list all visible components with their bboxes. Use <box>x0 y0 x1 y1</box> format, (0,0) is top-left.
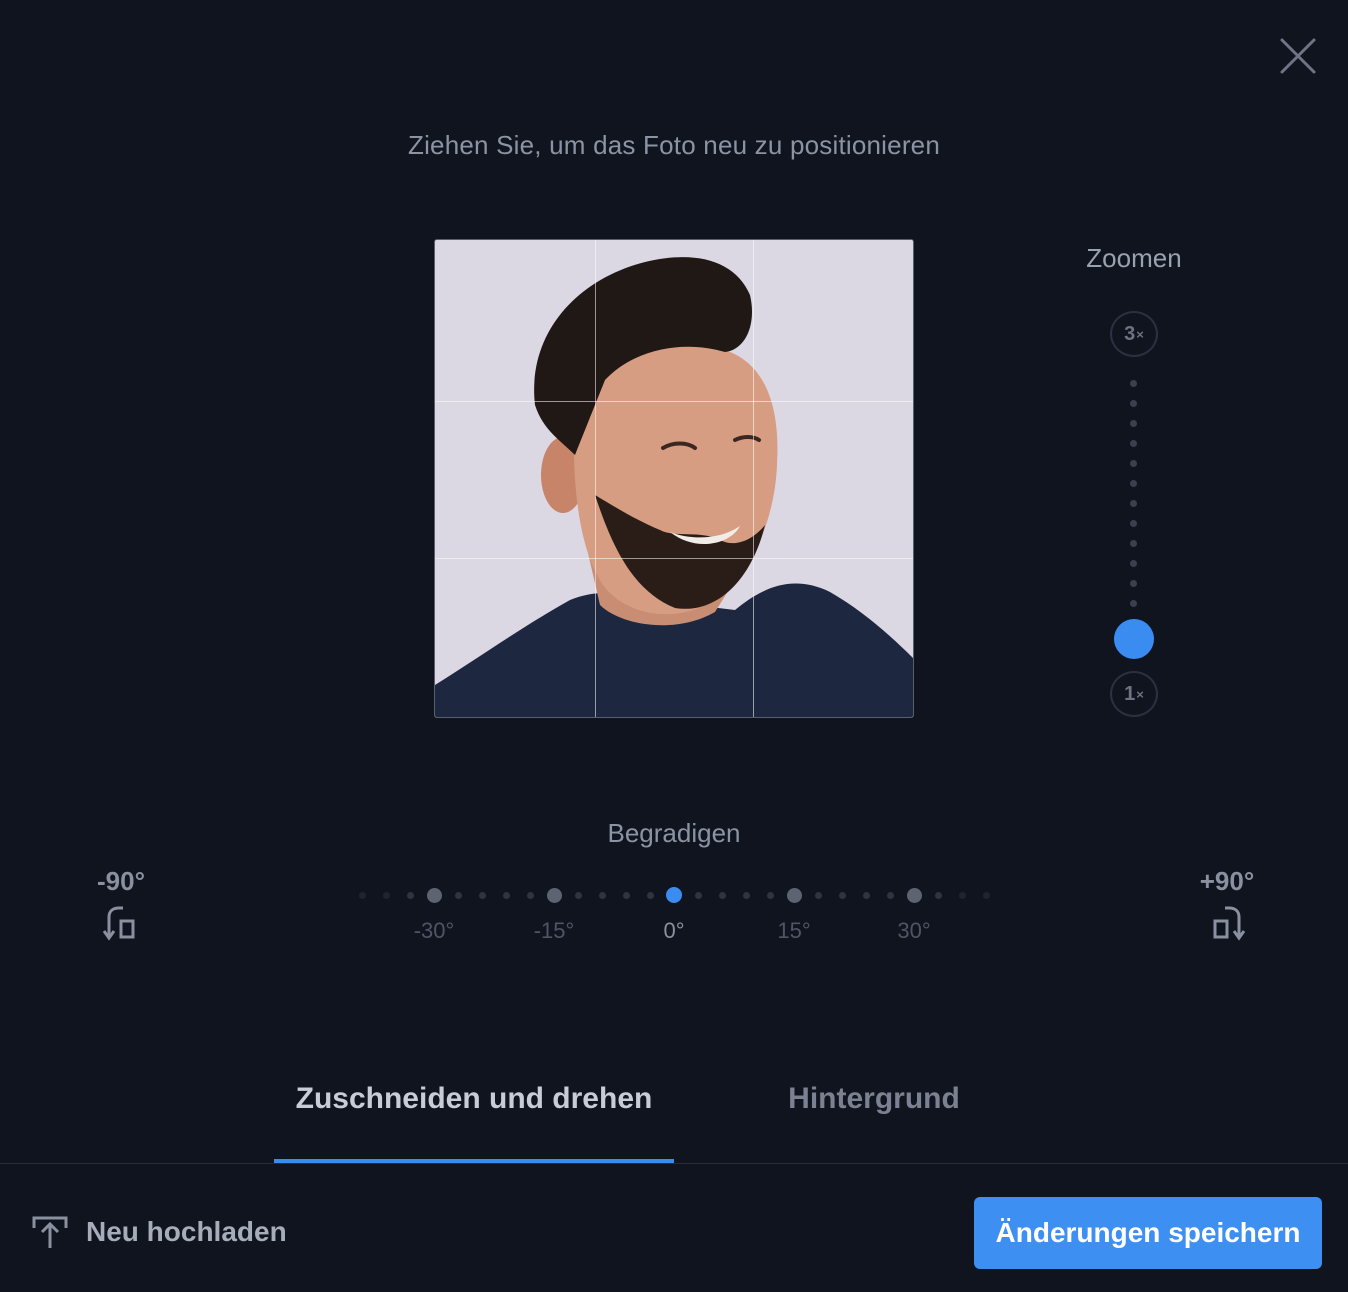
rotate-right-label: +90° <box>1199 866 1255 896</box>
zoom-track-dot <box>1130 460 1137 467</box>
ruler-tick <box>982 891 990 899</box>
close-button[interactable] <box>1276 34 1320 78</box>
reupload-button[interactable]: Neu hochladen <box>30 1208 287 1256</box>
ruler-tick <box>426 887 442 903</box>
zoom-track-dot <box>1130 400 1137 407</box>
ruler-current-marker <box>666 887 682 903</box>
ruler-tick <box>742 891 750 899</box>
crop-grid-line <box>753 240 754 717</box>
ruler-tick <box>358 891 366 899</box>
crop-grid-line <box>435 401 913 402</box>
ruler-tick <box>502 891 510 899</box>
upload-icon <box>32 1216 68 1248</box>
editor-tabs: Zuschneiden und drehen Hintergrund <box>0 1064 1348 1164</box>
zoom-track-dot <box>1130 520 1137 527</box>
zoom-track-dot <box>1130 480 1137 487</box>
ruler-tick <box>786 887 802 903</box>
zoom-max-value: 3 <box>1124 322 1136 345</box>
instruction-text: Ziehen Sie, um das Foto neu zu positioni… <box>408 130 940 160</box>
photo-crop-area[interactable] <box>434 239 914 718</box>
ruler-tick <box>454 891 462 899</box>
rotate-left-button[interactable]: -90° <box>76 866 166 943</box>
ruler-tick <box>382 891 390 899</box>
zoom-unit: × <box>1136 686 1144 702</box>
ruler-tick <box>478 891 486 899</box>
ruler-tick <box>694 891 702 899</box>
zoom-unit: × <box>1136 326 1144 342</box>
ruler-tick <box>546 887 562 903</box>
zoom-slider-handle[interactable] <box>1114 619 1154 659</box>
rotate-right-button[interactable]: +90° <box>1182 866 1272 943</box>
ruler-tick <box>934 891 942 899</box>
reupload-label: Neu hochladen <box>86 1216 287 1247</box>
zoom-track-dot <box>1130 440 1137 447</box>
zoom-label: Zoomen <box>1086 243 1182 273</box>
ruler-tick <box>718 891 726 899</box>
tab-crop-rotate[interactable]: Zuschneiden und drehen <box>274 1082 674 1162</box>
ruler-tick <box>766 891 774 899</box>
crop-grid-line <box>595 240 596 717</box>
zoom-track-dot <box>1130 500 1137 507</box>
ruler-tick-label: 15° <box>777 918 811 943</box>
save-changes-button[interactable]: Änderungen speichern <box>974 1197 1322 1269</box>
profile-photo <box>435 240 913 717</box>
zoom-track-dot <box>1130 580 1137 587</box>
ruler-tick <box>646 891 654 899</box>
zoom-slider-track[interactable] <box>1130 380 1138 610</box>
rotate-left-label: -90° <box>97 866 145 896</box>
zoom-track-dot <box>1130 380 1137 387</box>
zoom-track-dot <box>1130 600 1137 607</box>
ruler-tick <box>622 891 630 899</box>
tab-background[interactable]: Hintergrund <box>724 1082 1024 1162</box>
ruler-tick-label: -30° <box>413 918 455 943</box>
straighten-ruler[interactable]: -30° -15° 0° 15° 30° <box>350 880 1010 950</box>
zoom-track-dot <box>1130 560 1137 567</box>
ruler-tick <box>958 891 966 899</box>
ruler-tick <box>862 891 870 899</box>
ruler-tick <box>838 891 846 899</box>
ruler-tick <box>406 891 414 899</box>
ruler-tick <box>598 891 606 899</box>
zoom-track-dot <box>1130 540 1137 547</box>
ruler-tick-label: 30° <box>897 918 931 943</box>
ruler-tick-label: 0° <box>663 918 685 943</box>
zoom-min-value: 1 <box>1124 682 1136 705</box>
tab-divider <box>0 1163 1348 1164</box>
photo-editor-dialog: Ziehen Sie, um das Foto neu zu positioni… <box>0 0 1348 1292</box>
ruler-tick-label: -15° <box>533 918 575 943</box>
ruler-tick <box>886 891 894 899</box>
ruler-tick <box>906 887 922 903</box>
crop-grid-line <box>435 558 913 559</box>
close-icon <box>1280 38 1316 74</box>
zoom-max-badge[interactable]: 3 × <box>1110 311 1158 357</box>
rotate-left-icon <box>102 906 135 941</box>
zoom-min-badge[interactable]: 1 × <box>1110 671 1158 717</box>
straighten-label: Begradigen <box>607 818 741 848</box>
rotate-right-icon <box>1213 906 1246 941</box>
ruler-tick <box>574 891 582 899</box>
ruler-tick <box>526 891 534 899</box>
zoom-track-dot <box>1130 420 1137 427</box>
ruler-tick <box>814 891 822 899</box>
